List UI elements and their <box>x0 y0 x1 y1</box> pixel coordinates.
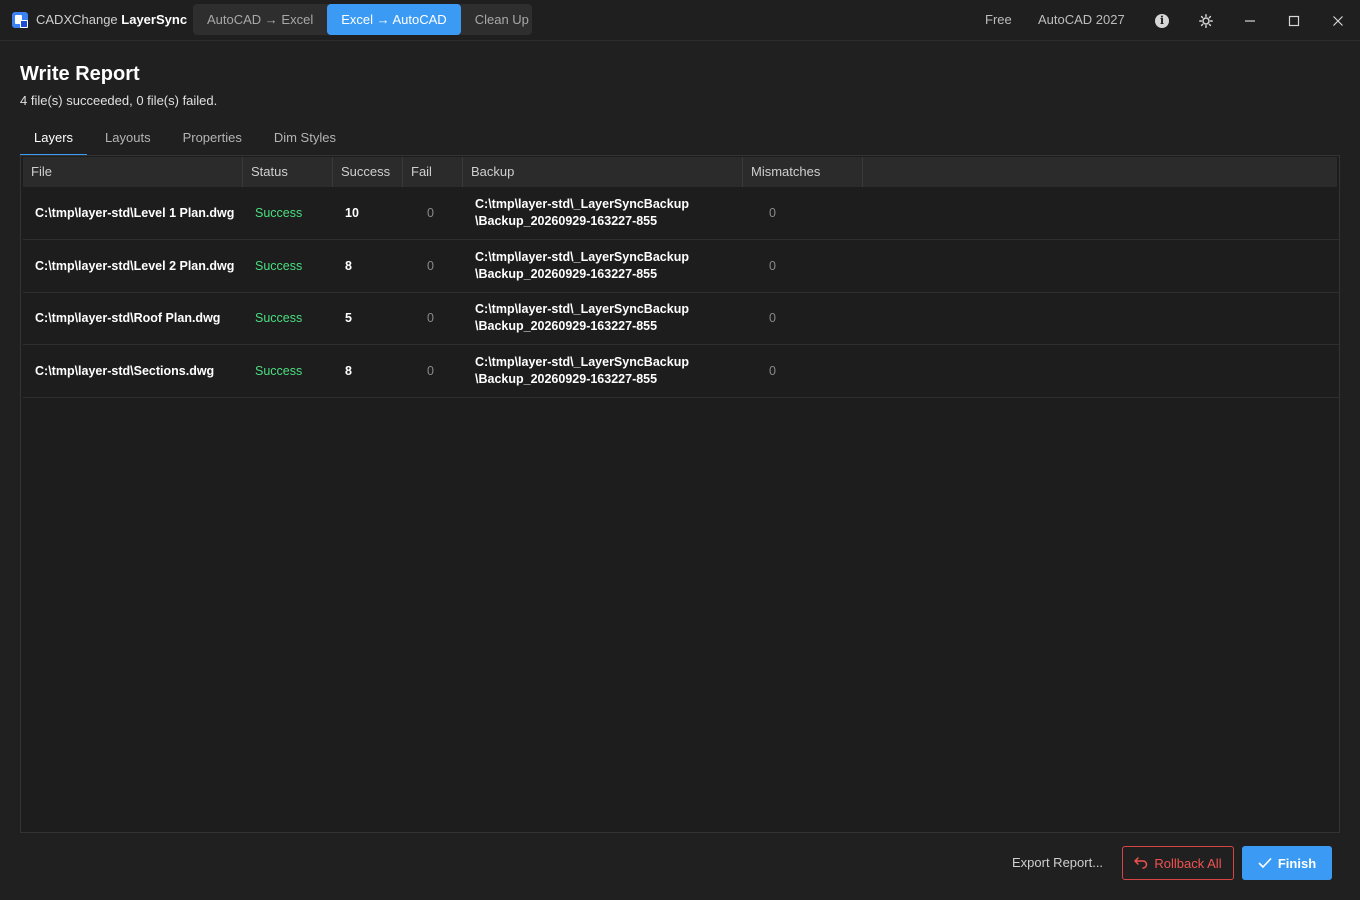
app-name-suffix: LayerSync <box>121 12 188 27</box>
license-label: Free <box>985 12 1012 27</box>
app-name: CADXChange LayerSync <box>36 12 187 27</box>
cell-backup-path: C:\tmp\layer-std\_LayerSyncBackup \Backup… <box>475 345 689 397</box>
backup-path-line: \Backup_20260929-163227-855 <box>475 319 658 333</box>
report-summary: 4 file(s) succeeded, 0 file(s) failed. <box>20 93 218 108</box>
cell-success-count: 8 <box>345 259 352 273</box>
rollback-all-button[interactable]: Rollback All <box>1122 846 1234 880</box>
maximize-icon[interactable] <box>1272 0 1316 40</box>
cell-fail-count: 0 <box>427 311 434 325</box>
cell-fail-count: 0 <box>427 364 434 378</box>
backup-path-line: \Backup_20260929-163227-855 <box>475 372 658 386</box>
table-row[interactable]: C:\tmp\layer-std\Level 1 Plan.dwg Succes… <box>23 187 1339 240</box>
title-bar: CADXChange LayerSync AutoCAD → Excel Exc… <box>0 0 1360 41</box>
backup-path-line: \Backup_20260929-163227-855 <box>475 267 658 281</box>
cell-status: Success <box>255 206 303 220</box>
app-logo-icon <box>12 12 28 28</box>
results-table: File Status Success Fail Backup Mismatch… <box>20 155 1340 833</box>
close-icon[interactable] <box>1316 0 1360 40</box>
page-title: Write Report <box>20 63 140 85</box>
backup-path-line: C:\tmp\layer-std\_LayerSyncBackup <box>475 355 689 369</box>
table-row[interactable]: C:\tmp\layer-std\Roof Plan.dwg Success 5… <box>23 292 1339 345</box>
cell-success-count: 8 <box>345 364 352 378</box>
checkmark-icon <box>1258 857 1272 869</box>
column-header-file[interactable]: File <box>23 157 243 187</box>
cell-fail-count: 0 <box>427 259 434 273</box>
column-header-backup[interactable]: Backup <box>463 157 743 187</box>
column-header-success[interactable]: Success <box>333 157 403 187</box>
cell-fail-count: 0 <box>427 206 434 220</box>
cell-success-count: 10 <box>345 206 359 220</box>
backup-path-line: C:\tmp\layer-std\_LayerSyncBackup <box>475 197 689 211</box>
cell-backup-path: C:\tmp\layer-std\_LayerSyncBackup \Backup… <box>475 187 689 239</box>
tab-properties[interactable]: Properties <box>169 124 256 154</box>
cell-mismatches: 0 <box>769 364 776 378</box>
table-header: File Status Success Fail Backup Mismatch… <box>23 157 1337 187</box>
column-header-status[interactable]: Status <box>243 157 333 187</box>
cell-status: Success <box>255 364 303 378</box>
backup-path-line: C:\tmp\layer-std\_LayerSyncBackup <box>475 302 689 316</box>
table-row[interactable]: C:\tmp\layer-std\Sections.dwg Success 8 … <box>23 345 1339 398</box>
backup-path-line: \Backup_20260929-163227-855 <box>475 214 658 228</box>
tab-layouts[interactable]: Layouts <box>91 124 165 154</box>
cell-file: C:\tmp\layer-std\Level 1 Plan.dwg <box>35 206 235 220</box>
cell-status: Success <box>255 311 303 325</box>
cell-status: Success <box>255 259 303 273</box>
cad-version-label[interactable]: AutoCAD 2027 <box>1038 0 1125 40</box>
mode-switcher: AutoCAD → Excel Excel → AutoCAD Clean Up <box>193 4 532 35</box>
table-row[interactable]: C:\tmp\layer-std\Level 2 Plan.dwg Succes… <box>23 240 1339 293</box>
rollback-all-label: Rollback All <box>1154 855 1222 871</box>
cell-backup-path: C:\tmp\layer-std\_LayerSyncBackup \Backup… <box>475 240 689 292</box>
app-name-prefix: CADXChange <box>36 12 118 27</box>
tab-dim-styles[interactable]: Dim Styles <box>260 124 350 154</box>
mode-excel-to-autocad[interactable]: Excel → AutoCAD <box>327 4 461 35</box>
backup-path-line: C:\tmp\layer-std\_LayerSyncBackup <box>475 250 689 264</box>
undo-icon <box>1134 857 1148 869</box>
mode-clean-up[interactable]: Clean Up <box>461 4 543 35</box>
cell-success-count: 5 <box>345 311 352 325</box>
minimize-icon[interactable] <box>1228 0 1272 40</box>
export-report-button[interactable]: Export Report... <box>1000 846 1115 880</box>
cell-mismatches: 0 <box>769 311 776 325</box>
column-header-fail[interactable]: Fail <box>403 157 463 187</box>
finish-button[interactable]: Finish <box>1242 846 1332 880</box>
cell-backup-path: C:\tmp\layer-std\_LayerSyncBackup \Backup… <box>475 292 689 344</box>
cell-mismatches: 0 <box>769 259 776 273</box>
column-header-mismatches[interactable]: Mismatches <box>743 157 863 187</box>
mode-autocad-to-excel[interactable]: AutoCAD → Excel <box>193 4 327 35</box>
cell-file: C:\tmp\layer-std\Roof Plan.dwg <box>35 311 221 325</box>
cell-mismatches: 0 <box>769 206 776 220</box>
finish-label: Finish <box>1277 855 1317 871</box>
cell-file: C:\tmp\layer-std\Level 2 Plan.dwg <box>35 259 235 273</box>
tab-layers[interactable]: Layers <box>20 124 88 156</box>
theme-sun-icon[interactable] <box>1184 0 1228 40</box>
info-icon[interactable]: i <box>1140 0 1184 40</box>
cell-file: C:\tmp\layer-std\Sections.dwg <box>35 364 215 378</box>
report-tabs: Layers Layouts Properties Dim Styles <box>20 124 350 156</box>
